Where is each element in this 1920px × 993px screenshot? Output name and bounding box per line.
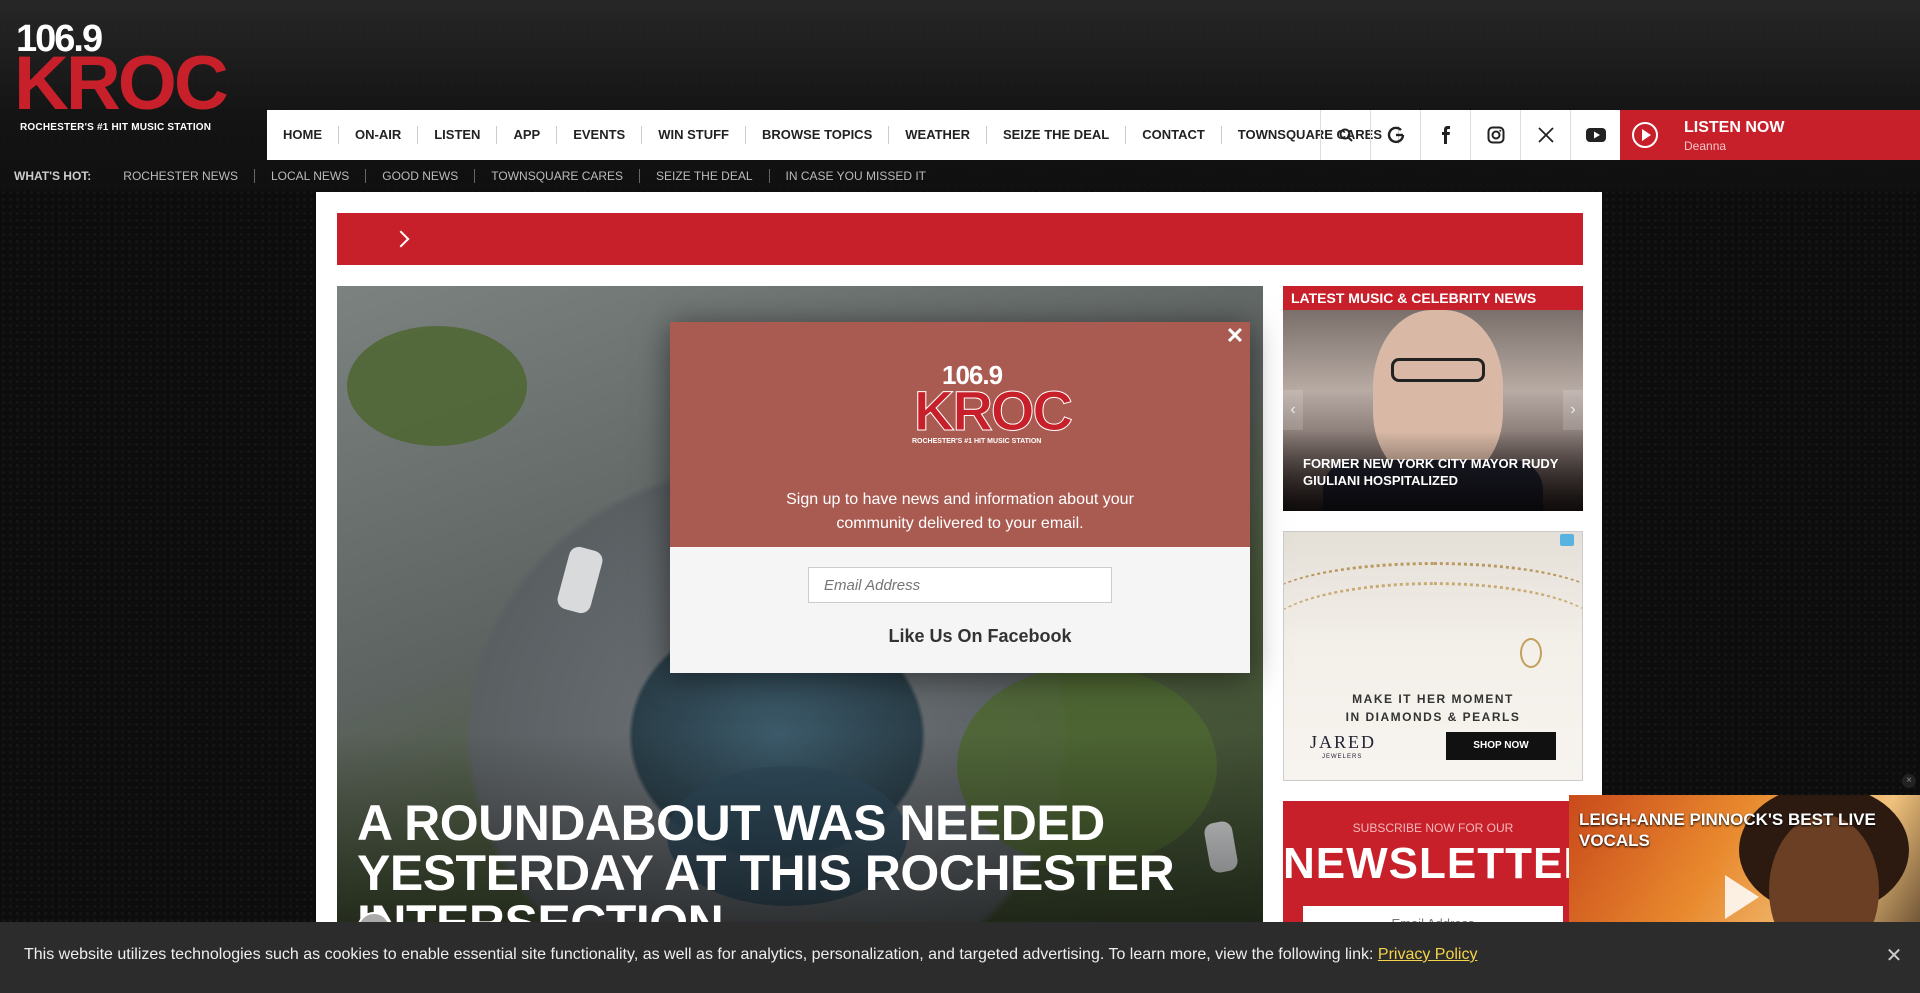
modal-logo: 106.9 KROC ROCHESTER'S #1 HIT MUSIC STAT…	[870, 360, 1073, 450]
newsletter-modal: 106.9 KROC ROCHESTER'S #1 HIT MUSIC STAT…	[670, 322, 1250, 673]
hero-image-foliage	[347, 326, 527, 446]
modal-facebook-link[interactable]: Like Us On Facebook	[670, 626, 1250, 647]
nav-app[interactable]: APP	[497, 126, 558, 144]
nav-browse-topics[interactable]: BROWSE TOPICS	[746, 126, 890, 144]
ad-headline-1: MAKE IT HER MOMENT	[1352, 692, 1514, 706]
nav-events[interactable]: EVENTS	[557, 126, 643, 144]
video-close-icon[interactable]: ×	[1902, 774, 1916, 788]
hot-link-local-news[interactable]: LOCAL NEWS	[255, 169, 367, 183]
play-icon	[1632, 122, 1658, 148]
newsletter-title: NEWSLETTER	[1283, 839, 1597, 888]
sidebar-news-card[interactable]: ‹ › FORMER NEW YORK CITY MAYOR RUDY GIUL…	[1283, 310, 1583, 511]
carousel-next-button[interactable]: ›	[1563, 390, 1583, 430]
hot-link-townsquare-cares[interactable]: TOWNSQUARE CARES	[475, 169, 641, 183]
instagram-icon[interactable]	[1470, 110, 1520, 160]
cookie-text: This website utilizes technologies such …	[24, 946, 1378, 963]
modal-header: 106.9 KROC ROCHESTER'S #1 HIT MUSIC STAT…	[670, 322, 1250, 547]
adchoices-icon[interactable]	[1560, 534, 1574, 546]
whats-hot-label: WHAT'S HOT:	[14, 169, 92, 183]
newsletter-subtitle: SUBSCRIBE NOW FOR OUR	[1352, 821, 1514, 835]
sidebar-heading: LATEST MUSIC & CELEBRITY NEWS	[1283, 286, 1583, 310]
modal-close-icon[interactable]: ✕	[1224, 325, 1246, 347]
news-photo-glasses	[1391, 358, 1485, 382]
chevron-right-icon	[392, 230, 410, 248]
modal-email-input[interactable]	[808, 567, 1112, 603]
logo-tagline: ROCHESTER'S #1 HIT MUSIC STATION	[20, 122, 212, 133]
nav-contact[interactable]: CONTACT	[1126, 126, 1222, 144]
nav-win-stuff[interactable]: WIN STUFF	[642, 126, 746, 144]
x-twitter-icon[interactable]	[1520, 110, 1570, 160]
nav-weather[interactable]: WEATHER	[889, 126, 988, 144]
header-background	[0, 0, 1920, 190]
ad-headline-2: IN DIAMONDS & PEARLS	[1345, 710, 1521, 724]
nav-home[interactable]: HOME	[267, 126, 339, 144]
whats-hot-bar: WHAT'S HOT: ROCHESTER NEWS LOCAL NEWS GO…	[14, 166, 942, 186]
cookie-close-icon[interactable]: ✕	[1884, 946, 1904, 966]
ad-shop-now-button[interactable]: SHOP NOW	[1446, 732, 1556, 760]
ad-pendant-graphic	[1520, 638, 1542, 668]
video-play-icon[interactable]	[1725, 875, 1759, 919]
alert-bar[interactable]	[337, 213, 1583, 265]
ad-necklace-graphic	[1284, 582, 1582, 682]
hero-image-car	[555, 544, 605, 616]
video-title: LEIGH-ANNE PINNOCK'S BEST LIVE VOCALS	[1579, 810, 1876, 850]
youtube-icon[interactable]	[1570, 110, 1620, 160]
privacy-policy-link[interactable]: Privacy Policy	[1378, 946, 1478, 963]
site-logo[interactable]: 106.9 KROC ROCHESTER'S #1 HIT MUSIC STAT…	[14, 18, 246, 136]
search-icon[interactable]	[1320, 110, 1370, 160]
hot-link-seize-the-deal[interactable]: SEIZE THE DEAL	[640, 169, 770, 183]
news-card-title[interactable]: FORMER NEW YORK CITY MAYOR RUDY GIULIANI…	[1303, 455, 1573, 489]
cookie-banner: This website utilizes technologies such …	[0, 922, 1920, 993]
google-icon[interactable]	[1370, 110, 1420, 160]
modal-message: Sign up to have news and information abo…	[786, 491, 1134, 532]
modal-logo-name: KROC	[914, 379, 1074, 443]
hot-link-good-news[interactable]: GOOD NEWS	[366, 169, 476, 183]
hot-link-rochester-news[interactable]: ROCHESTER NEWS	[107, 169, 255, 183]
advertisement[interactable]: MAKE IT HER MOMENT IN DIAMONDS & PEARLS …	[1283, 531, 1583, 781]
modal-logo-tagline: ROCHESTER'S #1 HIT MUSIC STATION	[912, 438, 1042, 445]
nav-listen[interactable]: LISTEN	[418, 126, 498, 144]
main-nav: HOME ON-AIR LISTEN APP EVENTS WIN STUFF …	[267, 110, 1920, 160]
ad-brand: JARED	[1310, 732, 1377, 752]
nav-icon-group	[1320, 110, 1620, 160]
facebook-icon[interactable]	[1420, 110, 1470, 160]
listen-now-button[interactable]: LISTEN NOW Deanna	[1620, 110, 1920, 160]
carousel-prev-button[interactable]: ‹	[1283, 390, 1303, 430]
nav-on-air[interactable]: ON-AIR	[339, 126, 419, 144]
logo-name: KROC	[14, 41, 229, 126]
cookie-text-wrapper: This website utilizes technologies such …	[24, 946, 1477, 964]
ad-brand-sub: JEWELERS	[1322, 754, 1363, 760]
listen-now-label: LISTEN NOW	[1684, 119, 1785, 136]
hot-link-in-case-you-missed-it[interactable]: IN CASE YOU MISSED IT	[770, 169, 942, 183]
current-host: Deanna	[1684, 139, 1727, 153]
nav-seize-the-deal[interactable]: SEIZE THE DEAL	[987, 126, 1127, 144]
